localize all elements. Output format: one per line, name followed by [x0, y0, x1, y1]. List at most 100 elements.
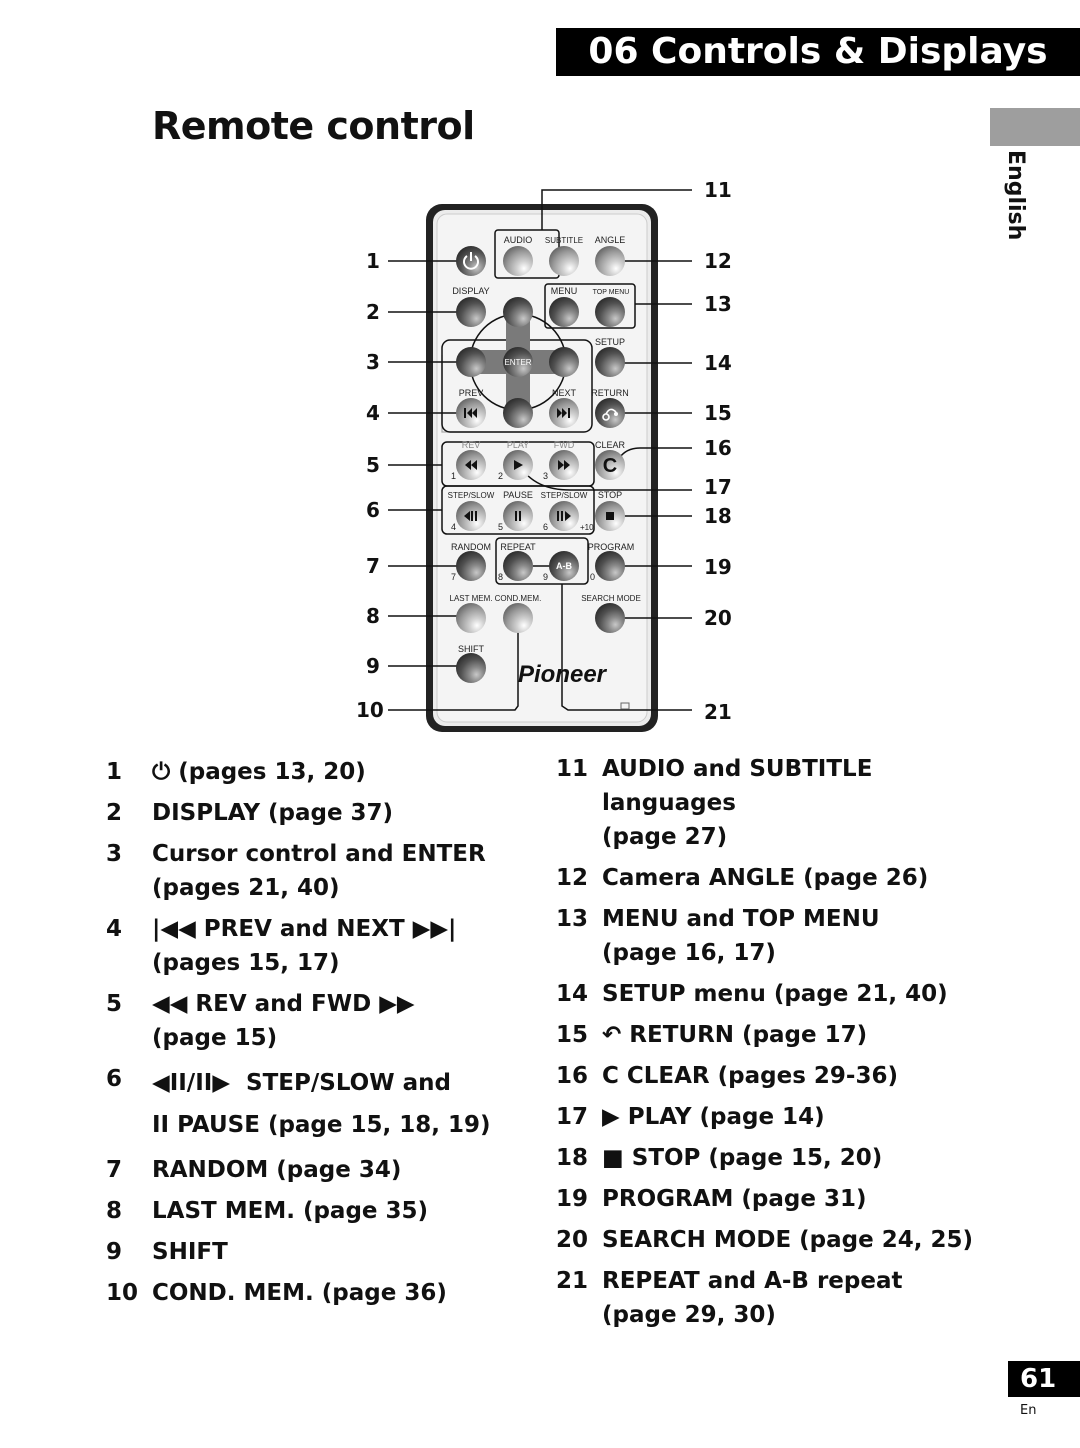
stop-icon: ■ [602, 1145, 624, 1171]
legend-text-cont: PAUSE (page 15, 18, 19) [177, 1112, 491, 1138]
legend-item-17: 17 ▶ PLAY (page 14) [556, 1100, 996, 1134]
legend-text-cont: (page 27) [602, 824, 728, 850]
legend-item-21: 21 REPEAT and A-B repeat (page 29, 30) [556, 1264, 996, 1332]
shift-button[interactable] [456, 653, 486, 683]
legend-item-2: 2 DISPLAY (page 37) [106, 796, 546, 830]
step-slow-icon: ◀II/II▶ [152, 1070, 231, 1096]
legend-item-3: 3 Cursor control and ENTER (pages 21, 40) [106, 837, 546, 905]
dpad-up-button[interactable] [503, 297, 533, 327]
legend-text: REV and FWD [195, 991, 372, 1017]
svg-text:0: 0 [590, 572, 595, 582]
legend-item-15: 15 ↶ RETURN (page 17) [556, 1018, 996, 1052]
legend-text: STEP/SLOW and [246, 1070, 451, 1096]
svg-text:6: 6 [543, 522, 548, 532]
label-subtitle: SUBTITLE [545, 236, 583, 245]
label-setup: SETUP [595, 337, 625, 347]
legend-text: Cursor control and ENTER [152, 841, 486, 867]
callout-1: 1 [366, 249, 380, 273]
random-button[interactable] [456, 551, 486, 581]
callout-3: 3 [366, 350, 380, 374]
legend-text: RETURN (page 17) [629, 1022, 868, 1048]
section-header-bar: 06 Controls & Displays [556, 28, 1080, 76]
legend-right: 11 AUDIO and SUBTITLE languages (page 27)… [556, 752, 996, 1339]
label-menu: MENU [551, 286, 578, 296]
return-button[interactable] [595, 398, 625, 428]
program-button[interactable] [595, 551, 625, 581]
legend-text: REPEAT and A-B repeat [602, 1268, 903, 1294]
legend-num: 2 [106, 800, 123, 826]
legend-text: (pages 13, 20) [178, 759, 366, 785]
callout-9: 9 [366, 654, 380, 678]
legend-text-cont: (page 15) [152, 1025, 278, 1051]
page-number: 61 [1020, 1364, 1057, 1394]
angle-button[interactable] [595, 246, 625, 276]
callout-18: 18 [704, 504, 732, 528]
legend-num: 15 [556, 1022, 589, 1048]
legend-num: 6 [106, 1066, 123, 1092]
dpad-down-button[interactable] [503, 398, 533, 428]
menu-button[interactable] [549, 297, 579, 327]
legend-item-8: 8 LAST MEM. (page 35) [106, 1194, 546, 1228]
pause-button[interactable] [503, 501, 533, 531]
display-button[interactable] [456, 297, 486, 327]
legend-num: 14 [556, 981, 589, 1007]
step-slow-fwd-button[interactable] [549, 501, 579, 531]
label-return: RETURN [591, 388, 629, 398]
label-prev: PREV [459, 388, 484, 398]
language-tab [990, 108, 1080, 146]
legend-num: 5 [106, 991, 123, 1017]
label-last-mem: LAST MEM. [450, 594, 493, 603]
top-menu-button[interactable] [595, 297, 625, 327]
legend-text: PROGRAM (page 31) [602, 1186, 867, 1212]
legend-text: SHIFT [152, 1239, 228, 1265]
callout-17: 17 [704, 475, 732, 499]
label-fwd: FWD [554, 440, 575, 450]
callout-15: 15 [704, 401, 732, 425]
legend-text: PLAY (page 14) [627, 1104, 825, 1130]
return-icon: ↶ [602, 1022, 622, 1048]
svg-text:5: 5 [498, 522, 503, 532]
stop-icon [606, 512, 614, 520]
page-number-box: 61 [1008, 1361, 1080, 1397]
subtitle-button[interactable] [549, 246, 579, 276]
language-label: English [990, 150, 1030, 240]
legend-item-7: 7 RANDOM (page 34) [106, 1153, 546, 1187]
legend-text: SEARCH MODE (page 24, 25) [602, 1227, 974, 1253]
legend-num: 20 [556, 1227, 589, 1253]
label-repeat: REPEAT [500, 542, 536, 552]
label-cond-mem: COND.MEM. [495, 594, 542, 603]
svg-text:9: 9 [543, 572, 548, 582]
callout-16: 16 [704, 436, 732, 460]
dpad-left-button[interactable] [456, 347, 486, 377]
pause-icon: II [152, 1112, 170, 1138]
label-audio: AUDIO [504, 235, 533, 245]
setup-button[interactable] [595, 347, 625, 377]
audio-button[interactable] [503, 246, 533, 276]
legend-num: 8 [106, 1198, 123, 1224]
last-mem-button[interactable] [456, 603, 486, 633]
callout-6: 6 [366, 498, 380, 522]
svg-text:2: 2 [498, 471, 503, 481]
legend-text-cont: (pages 15, 17) [152, 950, 340, 976]
legend-num: 4 [106, 916, 123, 942]
label-search-mode: SEARCH MODE [581, 594, 641, 603]
callout-10: 10 [356, 698, 384, 722]
legend-item-1: 1 ⏻ (pages 13, 20) [106, 755, 546, 789]
svg-text:A-B: A-B [556, 561, 572, 571]
dpad-right-button[interactable] [549, 347, 579, 377]
legend-text: LAST MEM. (page 35) [152, 1198, 429, 1224]
prev-icon: |◀◀ [152, 916, 196, 942]
remote-control-diagram: 1 2 3 4 5 6 7 8 9 10 11 12 13 14 15 16 1… [340, 170, 740, 740]
label-random: RANDOM [451, 542, 491, 552]
pioneer-logo: Pioneer [518, 661, 608, 688]
search-mode-button[interactable] [595, 603, 625, 633]
legend-num: 1 [106, 759, 123, 785]
legend-item-20: 20 SEARCH MODE (page 24, 25) [556, 1223, 996, 1257]
svg-text:1: 1 [451, 471, 456, 481]
repeat-button[interactable] [503, 551, 533, 581]
label-rev: REV [462, 440, 481, 450]
label-program: PROGRAM [588, 542, 635, 552]
rev-icon: ◀◀ [152, 991, 188, 1017]
cond-mem-button[interactable] [503, 603, 533, 633]
power-icon: ⏻ [152, 759, 171, 785]
